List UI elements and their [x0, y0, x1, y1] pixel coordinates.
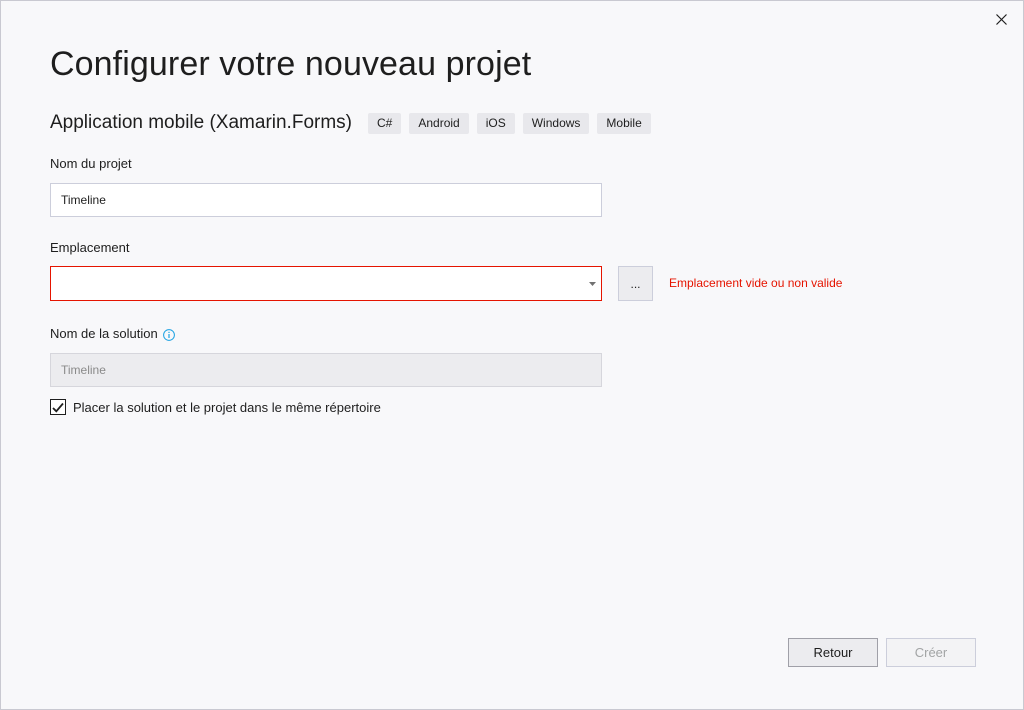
- same-directory-checkbox[interactable]: [50, 399, 66, 415]
- checkmark-icon: [52, 402, 64, 413]
- tag-windows: Windows: [522, 112, 590, 134]
- info-icon[interactable]: [162, 329, 175, 341]
- dialog-window: Configurer votre nouveau projet Applicat…: [0, 0, 1024, 710]
- template-tags: C# Android iOS Windows Mobile: [368, 112, 651, 134]
- dropdown-arrow-icon[interactable]: [587, 280, 597, 288]
- solution-name-input: [50, 353, 602, 387]
- project-name-label-text: Nom du projet: [50, 156, 132, 171]
- solution-name-label: Nom de la solution: [50, 326, 175, 341]
- back-button[interactable]: Retour: [788, 638, 878, 667]
- tag-android: Android: [409, 112, 469, 134]
- create-button[interactable]: Créer: [886, 638, 976, 667]
- same-directory-label[interactable]: Placer la solution et le projet dans le …: [73, 400, 381, 415]
- tag-language: C#: [368, 112, 402, 134]
- close-button[interactable]: [989, 7, 1013, 31]
- location-input[interactable]: [51, 267, 571, 300]
- template-name: Application mobile (Xamarin.Forms): [50, 112, 352, 133]
- template-row: Application mobile (Xamarin.Forms) C# An…: [50, 111, 651, 135]
- tag-ios: iOS: [476, 112, 515, 134]
- same-directory-option[interactable]: Placer la solution et le projet dans le …: [50, 399, 381, 415]
- project-name-label: Nom du projet: [50, 156, 132, 171]
- solution-name-label-text: Nom de la solution: [50, 326, 158, 341]
- tag-mobile: Mobile: [597, 112, 651, 134]
- close-icon: [995, 13, 1007, 25]
- location-combobox[interactable]: [50, 266, 602, 301]
- project-name-input[interactable]: [50, 183, 602, 217]
- location-label-text: Emplacement: [50, 240, 130, 255]
- location-error-message: Emplacement vide ou non valide: [669, 276, 843, 290]
- location-label: Emplacement: [50, 240, 129, 255]
- page-title: Configurer votre nouveau projet: [50, 45, 532, 83]
- browse-button[interactable]: ...: [618, 266, 653, 301]
